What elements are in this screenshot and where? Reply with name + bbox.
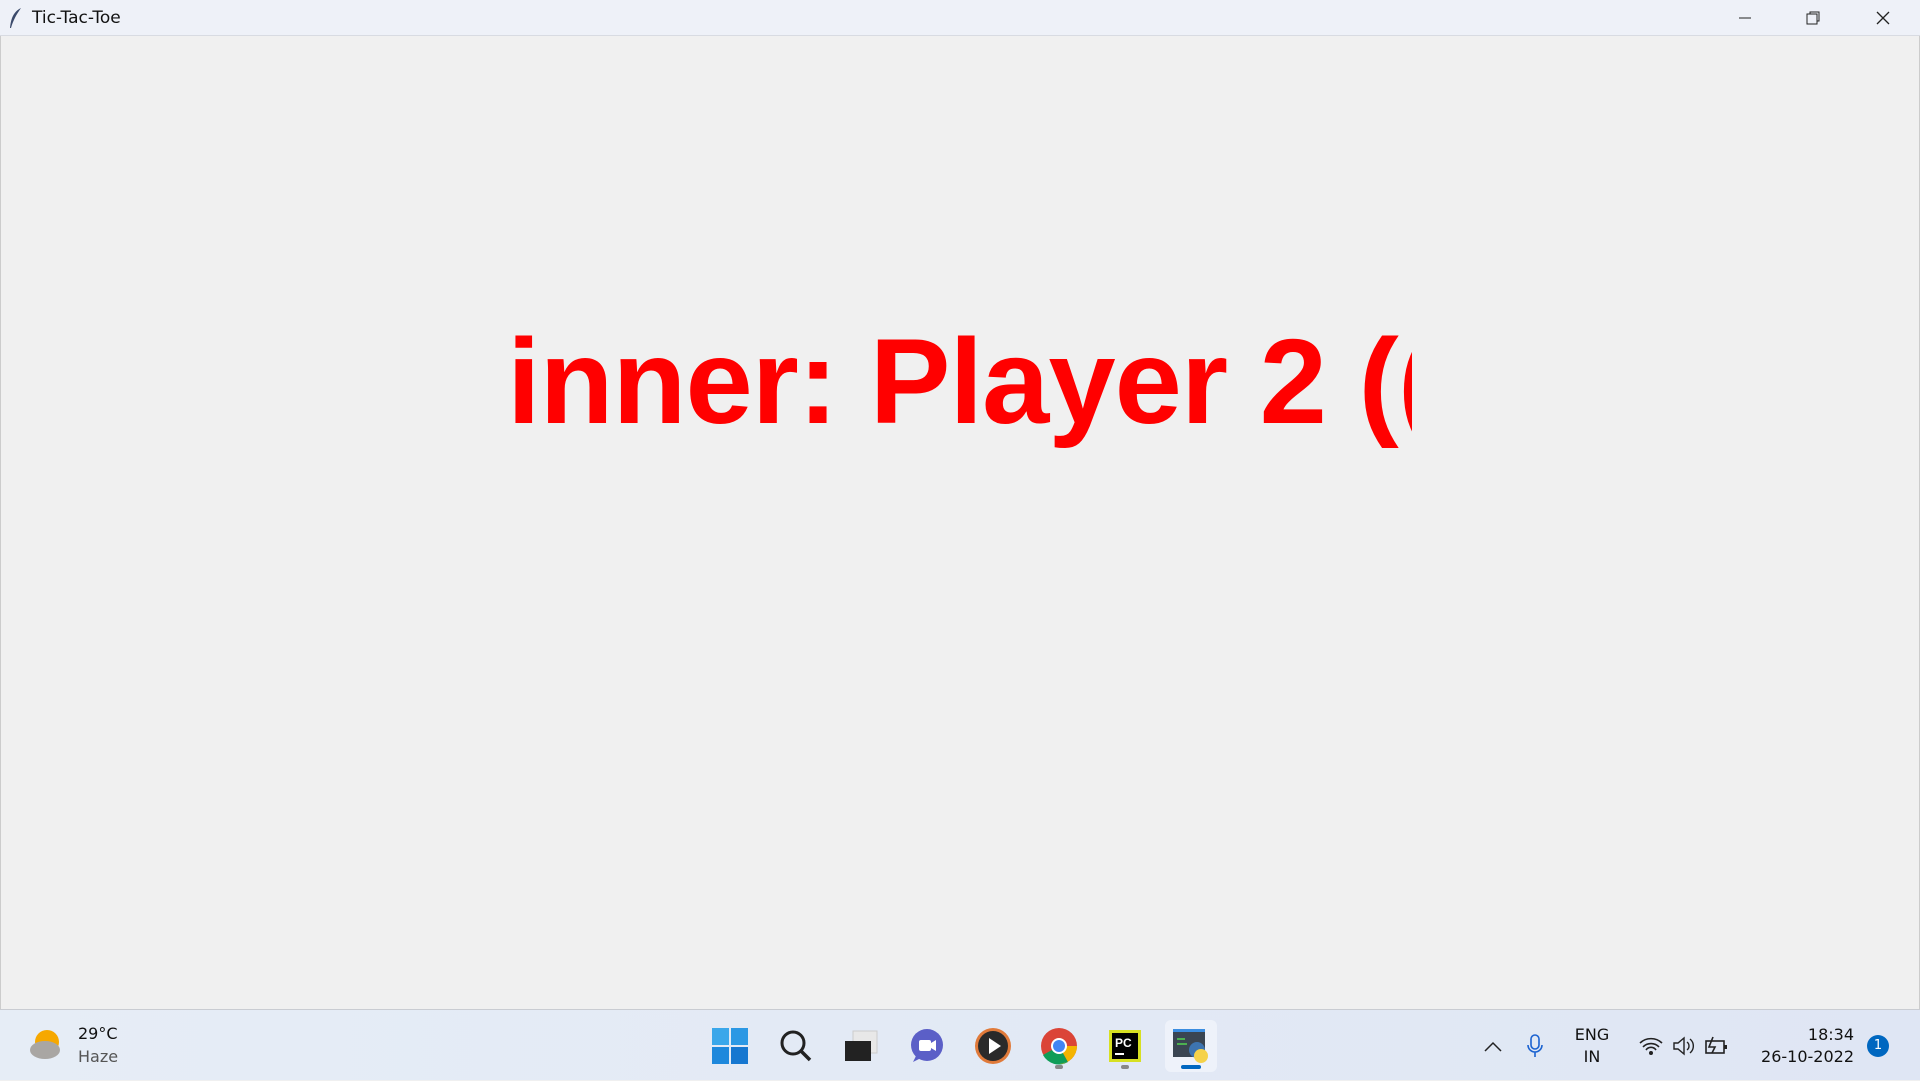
region-label: IN: [1583, 1046, 1601, 1066]
language-indicator[interactable]: ENG IN: [1566, 1010, 1618, 1081]
result-label: inner: Player 2 ((: [507, 306, 1412, 456]
close-button[interactable]: [1848, 0, 1918, 36]
winner-text: inner: Player 2 ((: [507, 313, 1412, 449]
minimize-icon: [1739, 17, 1751, 19]
language-label: ENG: [1574, 1024, 1610, 1044]
search-button[interactable]: [770, 1020, 822, 1072]
restore-icon: [1806, 11, 1820, 25]
windows-logo-icon: [712, 1028, 748, 1064]
close-icon: [1876, 11, 1890, 25]
video-chat-icon: [911, 1029, 943, 1062]
weather-condition: Haze: [78, 1047, 119, 1066]
battery-charging-icon: [1705, 1036, 1727, 1054]
window-title: Tic-Tac-Toe: [32, 7, 121, 28]
partly-cloudy-icon: [30, 1030, 60, 1059]
date-label: 26-10-2022: [1761, 1046, 1854, 1066]
wifi-icon: [1639, 1037, 1663, 1055]
minimize-button[interactable]: [1710, 0, 1780, 36]
python-idle-icon: [1173, 1029, 1208, 1063]
search-icon: [780, 1030, 812, 1062]
running-indicator: [1055, 1065, 1063, 1069]
microphone-button[interactable]: [1520, 1010, 1550, 1081]
task-view-button[interactable]: [835, 1020, 887, 1072]
weather-temperature: 29°C: [78, 1024, 118, 1043]
running-indicator: [1121, 1065, 1129, 1069]
clock[interactable]: 18:34 26-10-2022: [1750, 1010, 1854, 1081]
quick-settings-button[interactable]: [1634, 1010, 1734, 1081]
active-indicator: [1181, 1065, 1201, 1069]
volume-icon: [1673, 1036, 1694, 1055]
play-icon: [975, 1028, 1011, 1064]
pycharm-icon: PC: [1109, 1030, 1141, 1062]
taskbar: 29°C Haze PC ENG IN 18:34 26-10-2022 1: [0, 1009, 1920, 1080]
notification-center-button[interactable]: 1: [1864, 1010, 1892, 1081]
tk-feather-icon: [10, 7, 21, 28]
time-label: 18:34: [1807, 1024, 1854, 1044]
svg-text:PC: PC: [1115, 1036, 1132, 1050]
chrome-icon: [1041, 1028, 1077, 1065]
show-hidden-icons-button[interactable]: [1478, 1010, 1508, 1081]
title-bar[interactable]: Tic-Tac-Toe: [0, 0, 1920, 36]
weather-widget[interactable]: 29°C Haze: [28, 1022, 118, 1068]
microphone-icon: [1527, 1033, 1543, 1057]
notification-badge: 1: [1867, 1034, 1889, 1057]
chrome-button[interactable]: [1033, 1020, 1085, 1072]
start-button[interactable]: [704, 1020, 756, 1072]
media-player-button[interactable]: [967, 1020, 1019, 1072]
teams-chat-button[interactable]: [901, 1020, 953, 1072]
game-window-content: inner: Player 2 ((: [0, 36, 1920, 1009]
restore-button[interactable]: [1778, 0, 1848, 36]
task-view-icon: [845, 1030, 878, 1061]
pycharm-button[interactable]: PC: [1099, 1020, 1151, 1072]
chevron-up-icon: [1484, 1041, 1502, 1052]
python-button[interactable]: [1165, 1020, 1217, 1072]
